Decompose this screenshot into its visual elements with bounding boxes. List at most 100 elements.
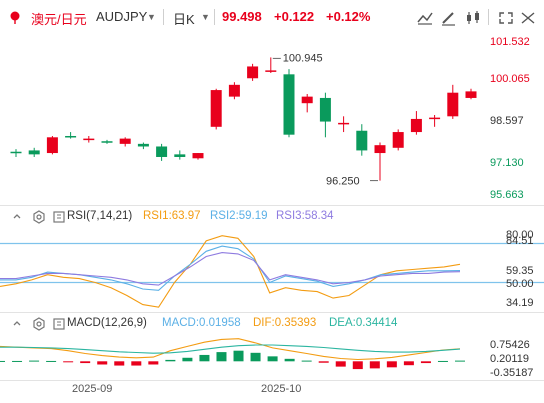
macd-bar [0,360,5,362]
collapse-icon[interactable] [518,9,538,27]
symbol-name[interactable]: 澳元/日元 [31,9,87,28]
candlestick-chart[interactable]: 100.945 96.250 [0,34,544,204]
candle-body [10,151,22,154]
macd-axis-label: 0.75426 [490,339,530,351]
indicator-icon[interactable] [53,318,65,330]
macd-bar [46,360,57,362]
rsi1-value: RSI1:63.97 [143,210,201,222]
candle-body [374,145,386,154]
candle-body [429,117,441,120]
candle-body [356,130,368,151]
macd-bar [455,360,465,362]
rsi-axis-label: 50.00 [506,278,534,290]
toolbar-divider [214,9,215,25]
candle-body [410,118,422,133]
macd-bar [182,357,193,362]
macd-bar [352,361,363,370]
rsi-axis-label: 59.35 [506,265,534,277]
macd-bar [131,361,142,366]
rsi1-line [0,235,461,308]
price-axis-label: 100.065 [490,73,530,85]
macd-chart[interactable] [0,331,544,381]
fullscreen-icon[interactable] [496,9,516,27]
macd-axis-label: 0.20119 [490,353,529,365]
rsi2-value: RSI2:59.19 [210,210,268,222]
candle-body [137,143,149,147]
panel-divider [0,380,544,381]
collapse-arrow-icon[interactable] [10,317,24,331]
compare-icon[interactable] [463,9,483,27]
macd-bar [114,361,125,366]
line-chart-icon[interactable] [415,9,435,27]
candle-body [210,90,222,127]
date-axis-label: 2025-10 [261,383,302,395]
macd-bar [63,361,74,363]
toolbar-divider [163,9,164,25]
price-change-pct: +0.12% [326,9,371,24]
macd-bar [386,361,397,368]
candle-body [465,91,477,98]
candle-body [392,132,404,148]
price-axis-label: 97.130 [490,157,524,169]
chart-toolbar: 澳元/日元 AUDJPY ▼ 日K ▼ 99.498 +0.122 +0.12% [0,0,544,34]
macd-bar [29,360,40,362]
rsi-label: RSI(7,14,21) [67,210,133,222]
chevron-down-icon[interactable]: ▼ [201,12,210,22]
low-annotation: 96.250 [326,176,360,188]
last-price: 99.498 [222,9,262,24]
pin-icon[interactable] [8,10,22,24]
candle-body [228,84,240,97]
candle-body [46,137,58,154]
date-axis-label: 2025-09 [72,383,113,395]
rsi-axis-label: 84.51 [506,235,534,247]
period-selector[interactable]: 日K [173,9,195,28]
macd-bar [335,361,346,367]
macd-bar [369,361,380,369]
rsi-chart[interactable] [0,222,544,317]
macd-bar [403,361,414,366]
symbol-code[interactable]: AUDJPY [96,9,147,24]
candle-body [247,66,259,79]
candle-body [301,96,313,104]
high-annotation: 100.945 [283,52,323,64]
macd-bar [284,358,295,362]
macd-bar [267,356,278,362]
macd-bar [80,361,91,364]
dea-value: DEA:0.34414 [329,317,398,329]
panel-divider [0,205,544,206]
candle-body [174,154,186,157]
candle-body [283,74,295,135]
macd-bar [250,352,261,362]
panel-divider [0,312,544,313]
candle-body [447,92,459,117]
macd-bar [420,361,431,364]
candle-body [83,138,95,141]
price-axis-label: 98.597 [490,115,524,127]
candle-body [156,146,168,157]
macd-bar [12,360,23,362]
settings-icon[interactable] [32,317,46,331]
candle-body [338,122,350,125]
price-axis-label: 101.532 [490,36,530,48]
candle-body [119,138,131,144]
rsi-axis-label: 34.19 [506,297,534,309]
price-axis-label: 95.663 [490,189,524,201]
macd-bar [199,354,210,362]
candle-body [265,70,277,72]
macd-bar [318,361,329,363]
macd-bar [301,360,312,362]
candle-body [319,97,331,122]
chevron-down-icon[interactable]: ▼ [147,12,156,22]
macd-value: MACD:0.01958 [162,317,241,329]
rsi3-line [0,252,461,286]
macd-axis-label: -0.35187 [490,367,534,379]
candle-body [28,150,40,155]
macd-bar [233,350,244,362]
toolbar-divider [488,9,489,25]
draw-icon[interactable] [439,9,459,27]
dif-value: DIF:0.35393 [253,317,317,329]
macd-bar [148,361,159,365]
candle-body [192,153,204,159]
macd-bar [165,359,176,362]
candle-body [65,135,77,138]
